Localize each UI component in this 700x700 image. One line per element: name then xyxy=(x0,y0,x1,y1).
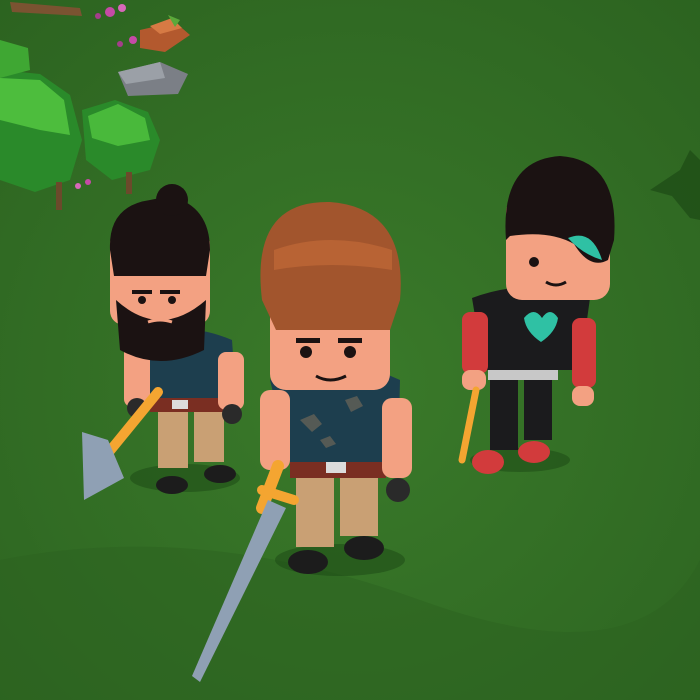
game-viewport xyxy=(0,0,700,700)
game-scene[interactable] xyxy=(0,0,700,700)
